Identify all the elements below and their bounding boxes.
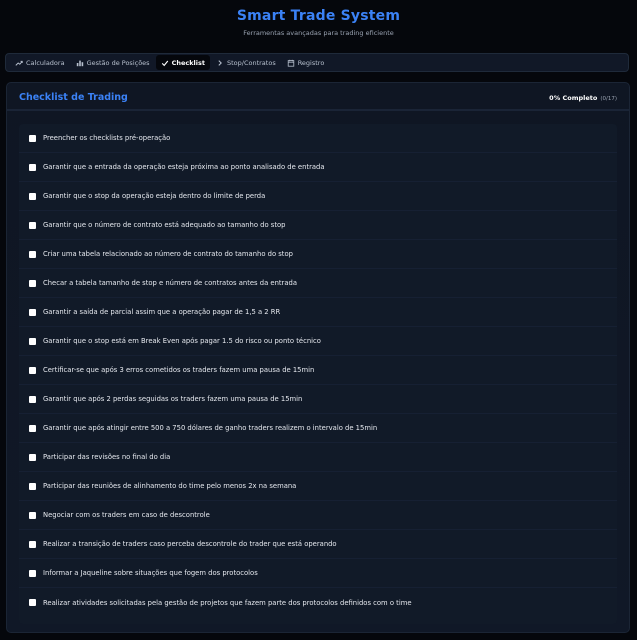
checklist-item[interactable]: Garantir que após atingir entre 500 a 75… <box>19 414 617 443</box>
checklist-item[interactable]: Garantir que o stop está em Break Even a… <box>19 327 617 356</box>
checklist-item-label: Garantir que o stop está em Break Even a… <box>43 337 321 345</box>
checklist-item-label: Criar uma tabela relacionado ao número d… <box>43 250 293 258</box>
progress-percent: 0% Completo <box>549 94 598 102</box>
checklist-item-label: Garantir que o stop da operação esteja d… <box>43 192 266 200</box>
checkbox[interactable] <box>29 221 36 229</box>
checklist-item[interactable]: Realizar atividades solicitadas pela ges… <box>19 588 617 617</box>
checkbox[interactable] <box>29 192 36 200</box>
checkbox[interactable] <box>29 540 36 548</box>
tab-gestao-de-posicoes[interactable]: Gestão de Posições <box>71 55 155 70</box>
checklist-header: Checklist de Trading 0% Completo (0/17) <box>7 83 629 111</box>
checklist-item-label: Participar das revisões no final do dia <box>43 453 171 461</box>
tab-registro[interactable]: Registro <box>282 55 330 70</box>
checklist-item[interactable]: Negociar com os traders em caso de desco… <box>19 501 617 530</box>
progress-count: (0/17) <box>600 96 617 102</box>
checklist-item-label: Garantir que após 2 perdas seguidas os t… <box>43 395 303 403</box>
page-title: Smart Trade System <box>236 8 401 24</box>
checklist-item[interactable]: Participar das revisões no final do dia <box>19 443 617 472</box>
checklist-item[interactable]: Informar a Jaqueline sobre situações que… <box>19 559 617 588</box>
tab-label: Stop/Contratos <box>226 58 276 67</box>
checklist-item-label: Realizar a transição de traders caso per… <box>43 540 337 548</box>
app-root: Smart Trade System Ferramentas avançadas… <box>0 0 637 640</box>
checkbox[interactable] <box>29 308 36 316</box>
checkbox[interactable] <box>29 453 36 461</box>
checklist-item[interactable]: Garantir a saída de parcial assim que a … <box>19 298 617 327</box>
bar-chart-icon <box>76 59 84 67</box>
tab-calculadora[interactable]: Calculadora <box>10 55 70 70</box>
checklist-list: Preencher os checklists pré-operação Gara… <box>19 124 617 624</box>
checklist-item[interactable]: Realizar a transição de traders caso per… <box>19 530 617 559</box>
checkbox[interactable] <box>29 279 36 287</box>
checklist-item-label: Garantir que a entrada da operação estej… <box>43 163 325 171</box>
checklist-item-label: Participar das reuniões de alinhamento d… <box>43 482 297 490</box>
tab-label: Registro <box>297 58 325 67</box>
checkbox[interactable] <box>29 366 36 374</box>
checklist-item[interactable]: Criar uma tabela relacionado ao número d… <box>19 240 617 269</box>
checkbox[interactable] <box>29 424 36 432</box>
tab-label: Calculadora <box>26 58 65 67</box>
checkbox[interactable] <box>29 337 36 345</box>
checklist-item-label: Checar a tabela tamanho de stop e número… <box>43 279 297 287</box>
checkbox[interactable] <box>29 163 36 171</box>
checklist-item[interactable]: Checar a tabela tamanho de stop e número… <box>19 269 617 298</box>
checklist-item[interactable]: Garantir que após 2 perdas seguidas os t… <box>19 385 617 414</box>
checklist-item-label: Negociar com os traders em caso de desco… <box>43 511 210 519</box>
checklist-item-label: Garantir que após atingir entre 500 a 75… <box>43 424 378 432</box>
checkbox[interactable] <box>29 569 36 577</box>
calendar-icon <box>287 59 295 67</box>
checkbox[interactable] <box>29 250 36 258</box>
chevron-right-icon <box>216 59 224 67</box>
check-icon <box>161 59 169 67</box>
checklist-item-label: Preencher os checklists pré-operação <box>43 134 171 142</box>
checklist-item[interactable]: Participar das reuniões de alinhamento d… <box>19 472 617 501</box>
checklist-item-label: Garantir que o número de contrato está a… <box>43 221 286 229</box>
checklist-item[interactable]: Preencher os checklists pré-operação <box>19 124 617 153</box>
checkbox[interactable] <box>29 134 36 142</box>
page-subtitle: Ferramentas avançadas para trading efici… <box>243 29 394 37</box>
tab-label: Gestão de Posições <box>86 58 150 67</box>
tab-stop-contratos[interactable]: Stop/Contratos <box>211 55 281 70</box>
checklist-item-label: Informar a Jaqueline sobre situações que… <box>43 569 258 577</box>
checklist-item-label: Garantir a saída de parcial assim que a … <box>43 308 281 316</box>
checkbox[interactable] <box>29 599 36 606</box>
checkbox[interactable] <box>29 395 36 403</box>
checklist-item[interactable]: Certificar-se que após 3 erros cometidos… <box>19 356 617 385</box>
tab-bar: Calculadora Gestão de Posições Checklist… <box>5 53 629 72</box>
tab-label: Checklist <box>171 58 205 67</box>
checklist-item-label: Certificar-se que após 3 erros cometidos… <box>43 366 315 374</box>
tab-checklist[interactable]: Checklist <box>155 55 210 70</box>
checklist-item[interactable]: Garantir que o número de contrato está a… <box>19 211 617 240</box>
checkbox[interactable] <box>29 511 36 519</box>
checklist-title: Checklist de Trading <box>19 92 128 103</box>
page-header: Smart Trade System Ferramentas avançadas… <box>0 0 637 37</box>
checklist-item-label: Realizar atividades solicitadas pela ges… <box>43 598 412 607</box>
progress-indicator: 0% Completo (0/17) <box>549 94 617 102</box>
checklist-item[interactable]: Garantir que a entrada da operação estej… <box>19 153 617 182</box>
checklist-item[interactable]: Garantir que o stop da operação esteja d… <box>19 182 617 211</box>
trend-icon <box>15 59 23 67</box>
checklist-card: Checklist de Trading 0% Completo (0/17) P… <box>6 82 630 633</box>
checkbox[interactable] <box>29 482 36 490</box>
